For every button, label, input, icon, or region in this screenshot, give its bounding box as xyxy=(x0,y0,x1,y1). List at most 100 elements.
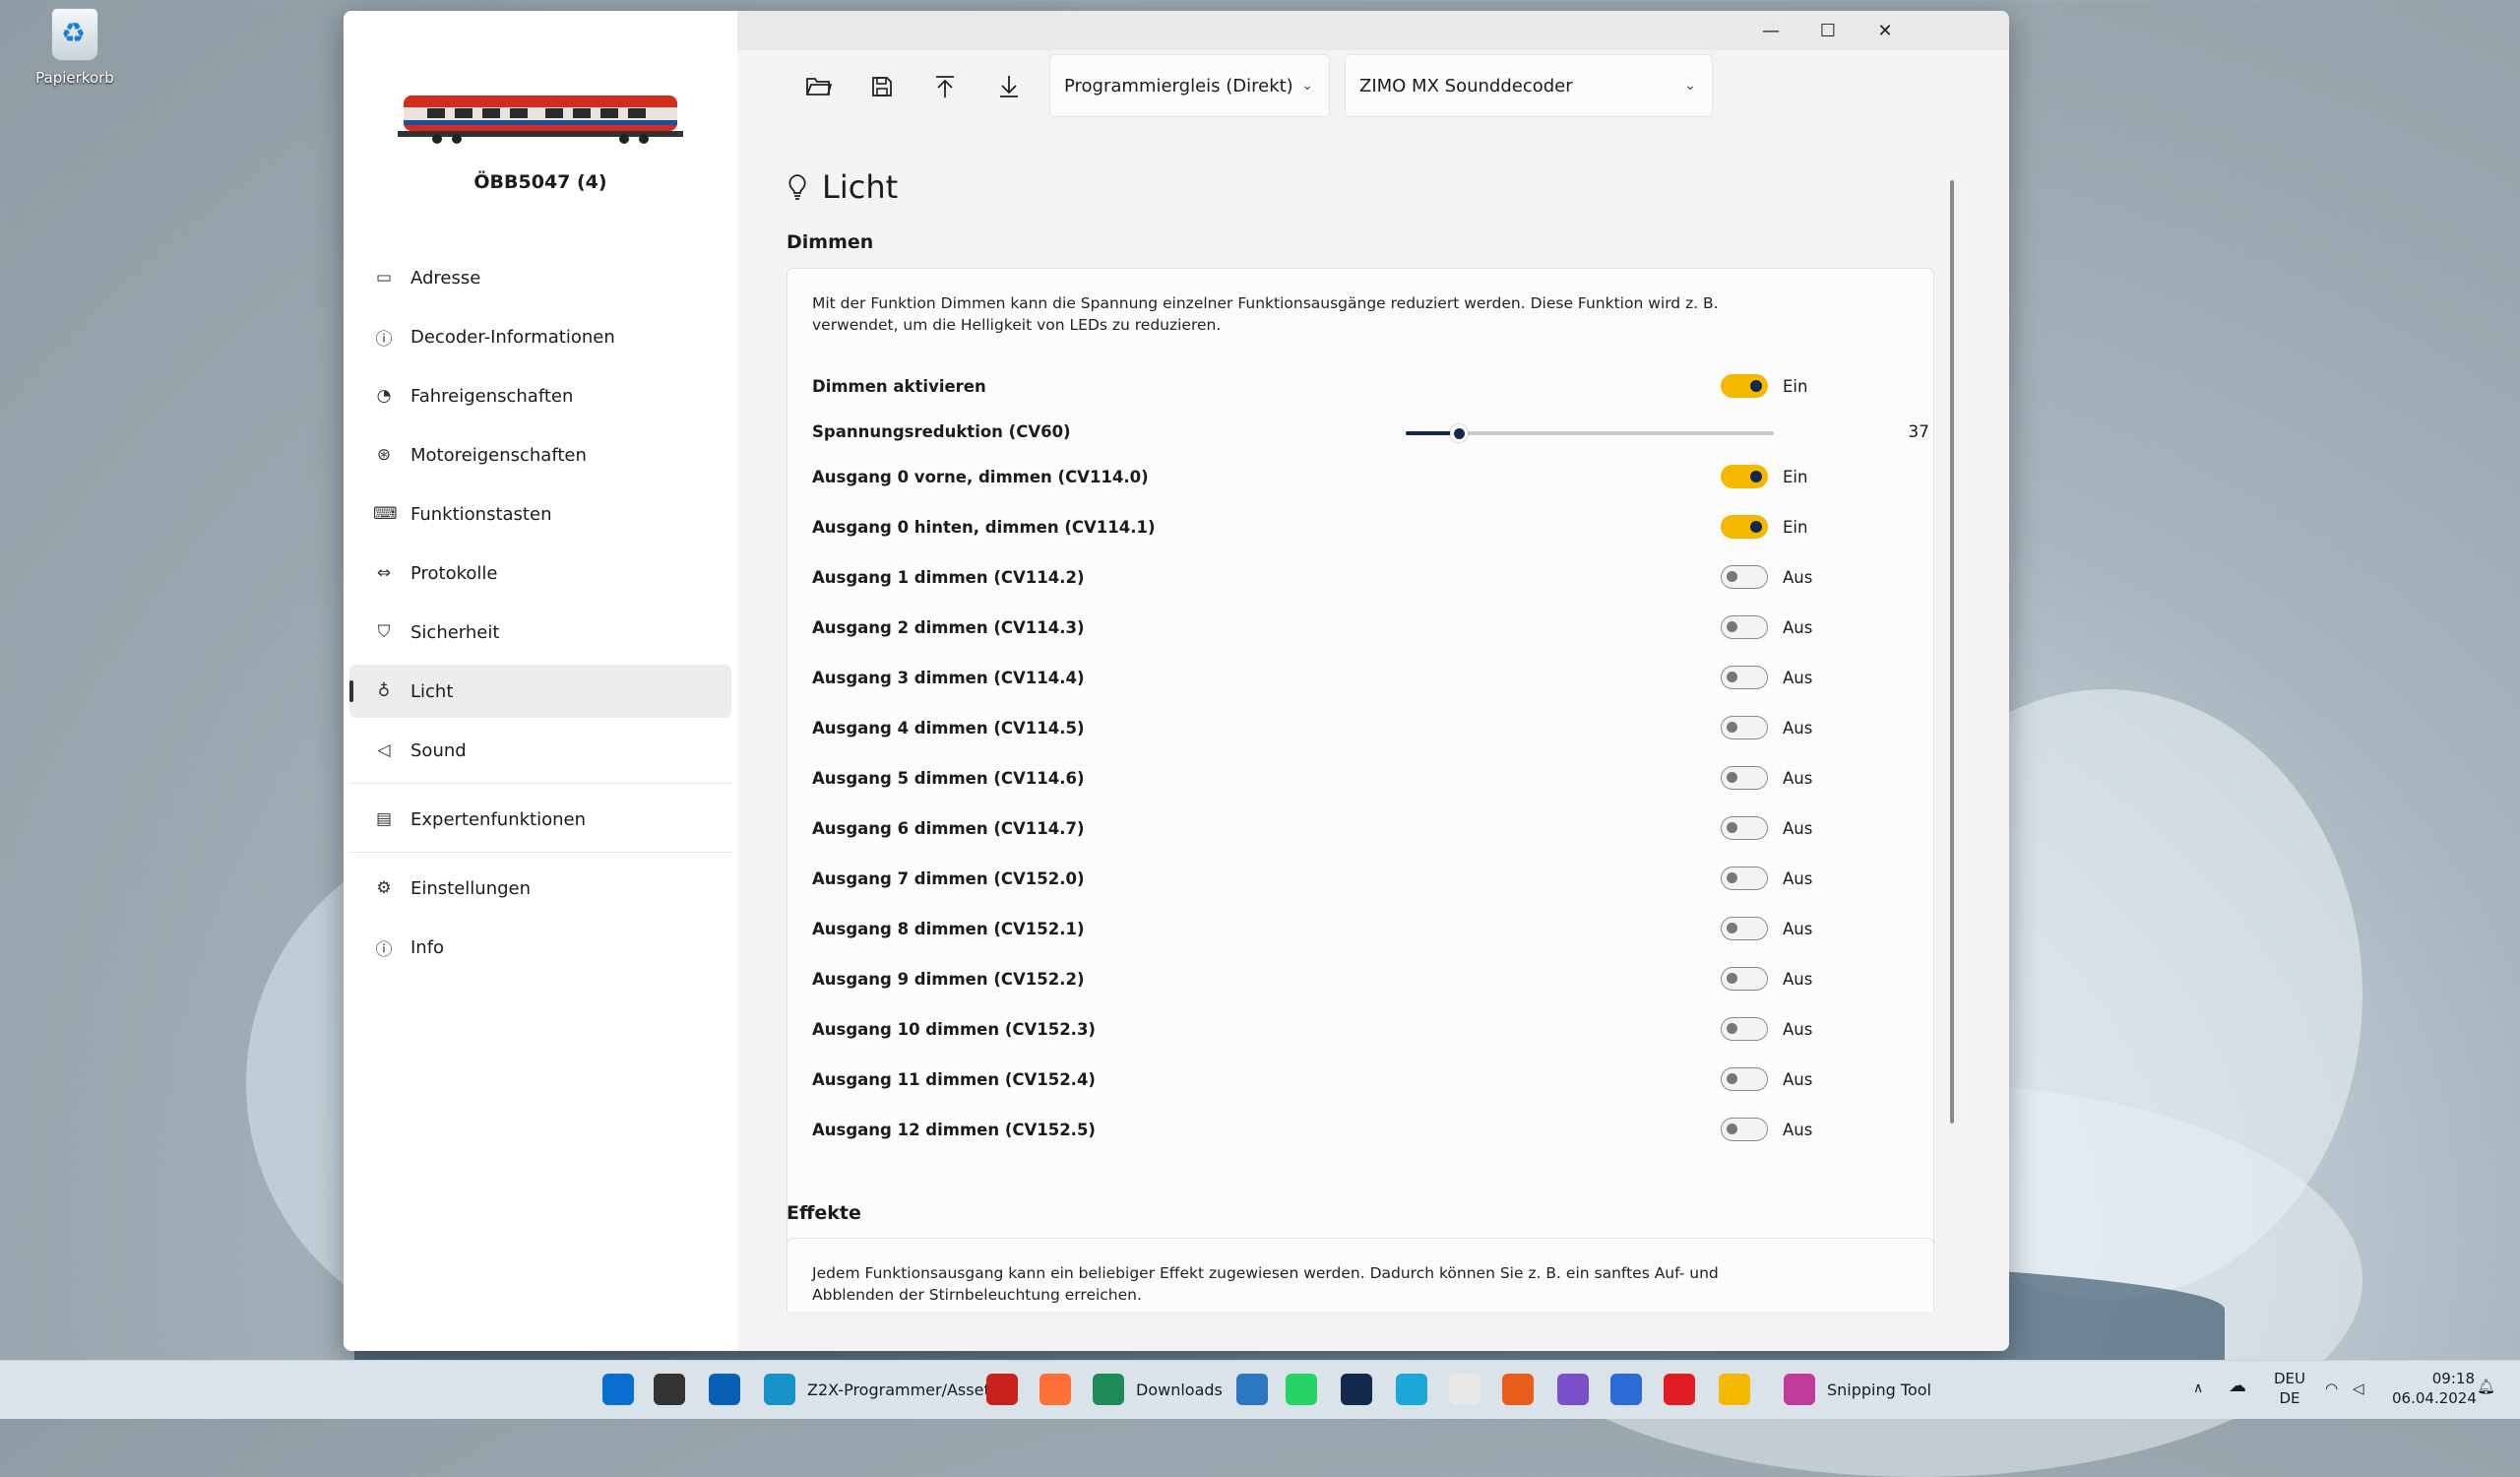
output-11-dimmen-toggle[interactable] xyxy=(1721,1017,1768,1041)
sidebar-item-adresse[interactable]: ▭ Adresse xyxy=(349,251,731,304)
output-10-dimmen-toggle[interactable] xyxy=(1721,967,1768,991)
app-icon xyxy=(1341,1374,1372,1405)
taskview-icon xyxy=(654,1374,685,1405)
upload-button[interactable] xyxy=(920,62,970,111)
taskbar-app[interactable] xyxy=(1449,1371,1480,1408)
taskbar: Z2X-Programmer/Asset Downloads Snipping To… xyxy=(0,1360,2520,1419)
output-5-dimmen-state: Aus xyxy=(1783,719,1813,738)
taskbar-app[interactable]: Downloads xyxy=(1093,1371,1223,1408)
taskbar-app[interactable] xyxy=(602,1371,634,1408)
sidebar-item-fahreigenschaften[interactable]: ◔ Fahreigenschaften xyxy=(349,369,731,422)
taskbar-app[interactable] xyxy=(1236,1371,1268,1408)
output-2-dimmen-state: Aus xyxy=(1783,568,1813,587)
output-13-dimmen-toggle[interactable] xyxy=(1721,1118,1768,1141)
voltage-reduction-label: Spannungsreduktion (CV60) xyxy=(812,422,1071,441)
page-title: Licht xyxy=(787,168,898,206)
output-5-dimmen-label: Ausgang 4 dimmen (CV114.5) xyxy=(812,719,1085,738)
sidebar-item-einstellungen[interactable]: ⚙ Einstellungen xyxy=(349,862,731,915)
sidebar-item-motoreigenschaften[interactable]: ⊛ Motoreigenschaften xyxy=(349,428,731,482)
recycle-bin-icon xyxy=(51,8,98,61)
taskbar-app[interactable] xyxy=(1610,1371,1642,1408)
app-icon xyxy=(1396,1374,1427,1405)
track-select[interactable]: Programmiergleis (Direkt) ⌄ xyxy=(1049,54,1330,117)
output-1-dimmen-toggle[interactable] xyxy=(1721,515,1768,539)
taskbar-app[interactable] xyxy=(1341,1371,1372,1408)
onedrive-icon[interactable]: ☁ xyxy=(2229,1377,2246,1396)
speedometer-icon: ◔ xyxy=(376,386,392,406)
taskbar-app[interactable]: Snipping Tool xyxy=(1784,1371,1931,1408)
recycle-bin-desktop-icon[interactable]: Papierkorb xyxy=(30,8,120,87)
dimmen-description: Mit der Funktion Dimmen kann die Spannun… xyxy=(812,294,1719,334)
toolbox-icon: ▤ xyxy=(375,809,393,829)
language-code: DEU xyxy=(2273,1370,2305,1387)
output-12-dimmen-toggle[interactable] xyxy=(1721,1067,1768,1091)
taskbar-app[interactable] xyxy=(1286,1371,1317,1408)
upload-icon xyxy=(936,76,954,97)
sidebar-item-sicherheit[interactable]: ⛉ Sicherheit xyxy=(349,606,731,659)
maximize-button[interactable]: ☐ xyxy=(1799,11,1857,50)
taskbar-app[interactable] xyxy=(1557,1371,1589,1408)
taskbar-app[interactable] xyxy=(1040,1371,1071,1408)
voltage-reduction-slider[interactable] xyxy=(1406,424,1774,442)
output-0-dimmen-label: Ausgang 0 vorne, dimmen (CV114.0) xyxy=(812,468,1149,486)
sidebar-item-expertenfunktionen[interactable]: ▤ Expertenfunktionen xyxy=(349,793,731,846)
sidebar-item-protokolle[interactable]: ⇔ Protokolle xyxy=(349,546,731,600)
output-12-dimmen-label: Ausgang 11 dimmen (CV152.4) xyxy=(812,1070,1096,1089)
save-button[interactable] xyxy=(857,62,907,111)
vertical-scrollbar[interactable] xyxy=(1950,180,1954,1124)
app-icon xyxy=(1449,1374,1480,1405)
snipping-tool-icon xyxy=(1784,1374,1815,1405)
notification-bell-icon[interactable]: 🔔︎ xyxy=(2477,1377,2495,1396)
section-title-dimmen: Dimmen xyxy=(787,231,874,253)
taskbar-app[interactable] xyxy=(1396,1371,1427,1408)
output-8-dimmen-toggle[interactable] xyxy=(1721,867,1768,890)
taskbar-app[interactable] xyxy=(1502,1371,1534,1408)
download-button[interactable] xyxy=(984,62,1034,111)
output-4-dimmen-toggle[interactable] xyxy=(1721,666,1768,689)
maps-icon xyxy=(1236,1374,1268,1405)
taskbar-app[interactable]: Z2X-Programmer/Asset xyxy=(764,1371,990,1408)
clock-date: 06.04.2024 xyxy=(2392,1389,2477,1407)
open-folder-button[interactable] xyxy=(794,62,844,111)
minimize-button[interactable]: — xyxy=(1742,11,1799,50)
chevron-down-icon: ⌄ xyxy=(1301,78,1313,94)
input-language[interactable]: DEU DE xyxy=(2272,1369,2307,1408)
output-5-dimmen-toggle[interactable] xyxy=(1721,716,1768,739)
slider-thumb[interactable] xyxy=(1450,424,1469,442)
lightbulb-icon: ♁ xyxy=(377,681,391,701)
sidebar-item-sound[interactable]: ◁ Sound xyxy=(349,724,731,777)
taskbar-app[interactable] xyxy=(709,1371,740,1408)
output-7-dimmen-state: Aus xyxy=(1783,819,1813,838)
effekte-description: Jedem Funktionsausgang kann ein beliebig… xyxy=(812,1264,1719,1304)
output-9-dimmen-toggle[interactable] xyxy=(1721,917,1768,940)
decoder-select[interactable]: ZIMO MX Sounddecoder ⌄ xyxy=(1345,54,1713,117)
output-2-dimmen-toggle[interactable] xyxy=(1721,565,1768,589)
sidebar-item-funktionstasten[interactable]: ⌨ Funktionstasten xyxy=(349,487,731,541)
output-7-dimmen-toggle[interactable] xyxy=(1721,816,1768,840)
sidebar-item-label: Licht xyxy=(410,680,454,702)
output-13-dimmen-label: Ausgang 12 dimmen (CV152.5) xyxy=(812,1121,1096,1139)
dimmen-enable-toggle[interactable] xyxy=(1721,374,1768,398)
taskbar-app[interactable] xyxy=(1719,1371,1750,1408)
keyboard-icon: ⌨ xyxy=(373,504,398,524)
sidebar-item-label: Sicherheit xyxy=(410,621,500,643)
taskbar-app[interactable] xyxy=(986,1371,1018,1408)
taskbar-app[interactable] xyxy=(1664,1371,1695,1408)
sidebar-item-info[interactable]: ⓘ Info xyxy=(349,921,731,974)
output-6-dimmen-state: Aus xyxy=(1783,769,1813,788)
sidebar-item-licht[interactable]: ♁ Licht xyxy=(349,665,731,718)
output-13-dimmen-state: Aus xyxy=(1783,1121,1813,1139)
app-icon xyxy=(1719,1374,1750,1405)
clock[interactable]: 09:18 06.04.2024 xyxy=(2392,1369,2477,1408)
close-button[interactable]: ✕ xyxy=(1857,11,1914,50)
output-0-dimmen-toggle[interactable] xyxy=(1721,465,1768,488)
app-icon xyxy=(1664,1374,1695,1405)
sidebar-item-decoder-informationen[interactable]: ⓘ Decoder-Informationen xyxy=(349,310,731,363)
chevron-up-icon[interactable]: ∧ xyxy=(2193,1379,2203,1398)
output-1-dimmen-label: Ausgang 0 hinten, dimmen (CV114.1) xyxy=(812,518,1156,537)
volume-icon[interactable]: ◁ xyxy=(2353,1379,2364,1398)
output-3-dimmen-toggle[interactable] xyxy=(1721,615,1768,639)
wifi-icon[interactable]: ◠ xyxy=(2325,1379,2338,1398)
output-6-dimmen-toggle[interactable] xyxy=(1721,766,1768,790)
taskbar-app[interactable] xyxy=(654,1371,685,1408)
